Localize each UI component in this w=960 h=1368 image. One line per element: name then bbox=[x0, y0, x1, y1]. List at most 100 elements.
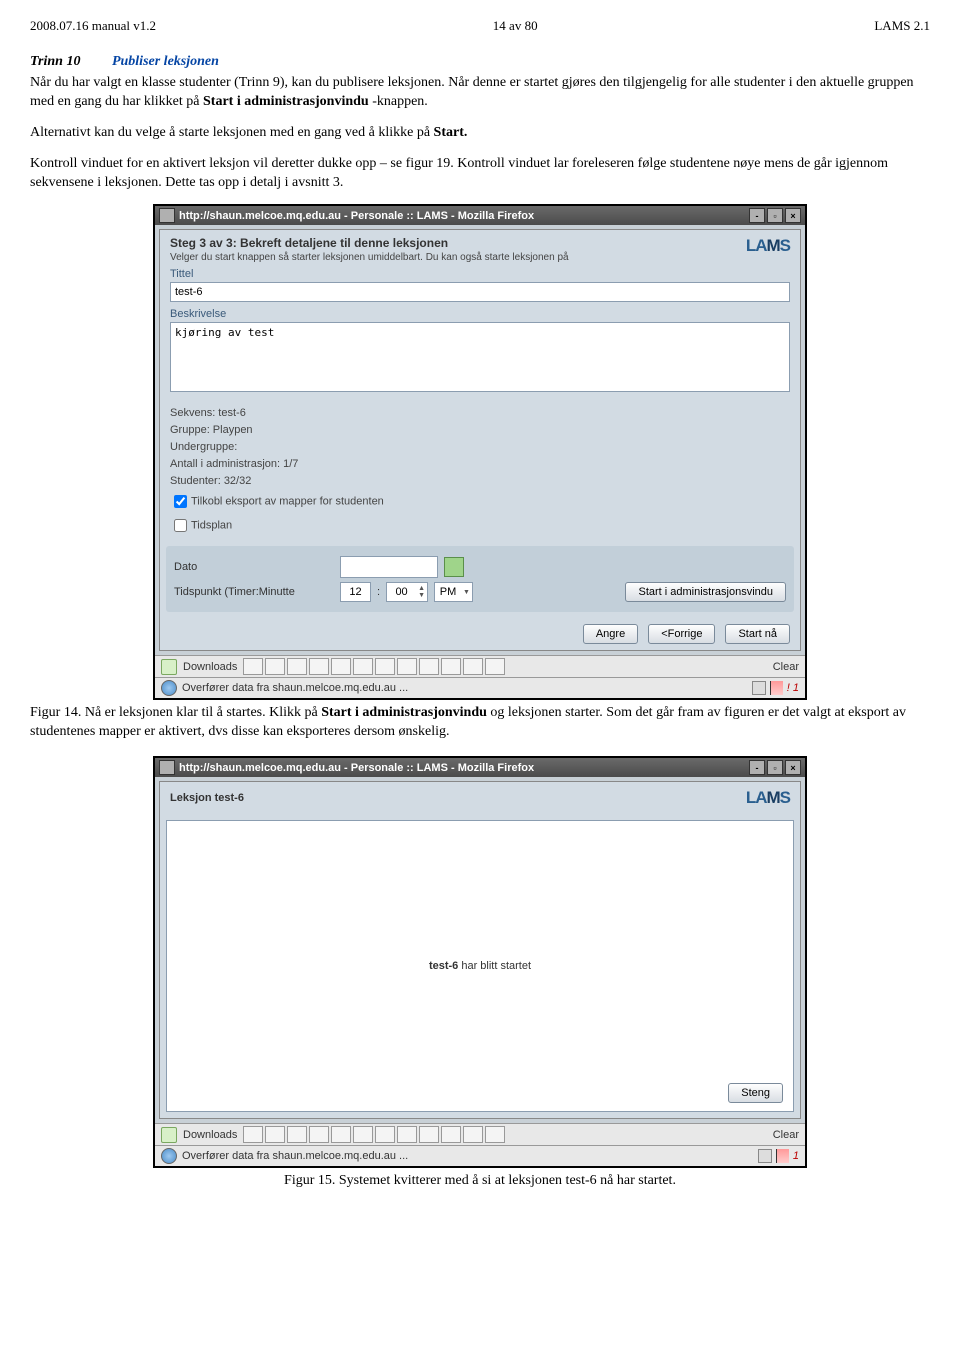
dialog-header: Steg 3 av 3: Bekreft detaljene til denne… bbox=[160, 230, 800, 265]
downloads-label: Downloads bbox=[183, 1129, 237, 1141]
start-now-button[interactable]: Start nå bbox=[725, 624, 790, 644]
flag-icon bbox=[770, 681, 783, 695]
dl-tab[interactable] bbox=[397, 658, 417, 675]
checkbox-export[interactable] bbox=[174, 495, 187, 508]
dl-tab[interactable] bbox=[485, 658, 505, 675]
date-label: Dato bbox=[174, 561, 334, 573]
lock-icon bbox=[758, 1149, 772, 1163]
dl-tab[interactable] bbox=[463, 658, 483, 675]
checkbox-export-label: Tilkobl eksport av mapper for studenten bbox=[191, 496, 384, 508]
dl-tab[interactable] bbox=[353, 658, 373, 675]
page-header: 2008.07.16 manual v1.2 14 av 80 LAMS 2.1 bbox=[30, 18, 930, 34]
lams-logo: LAMS bbox=[746, 236, 790, 256]
status-warning: ! 1 bbox=[787, 682, 799, 694]
clear-button[interactable]: Clear bbox=[773, 661, 799, 673]
section-title: Trinn 10 Publiser leksjonen bbox=[30, 54, 930, 70]
paragraph-3: Kontroll vinduet for en aktivert leksjon… bbox=[30, 155, 930, 193]
minute-spinner[interactable]: ▲▼ bbox=[386, 582, 428, 602]
dl-tab[interactable] bbox=[265, 1126, 285, 1143]
figure-14-caption: Figur 14. Nå er leksjonen klar til å sta… bbox=[30, 704, 930, 742]
dl-tab[interactable] bbox=[331, 658, 351, 675]
title-input[interactable] bbox=[170, 282, 790, 302]
close-icon[interactable]: × bbox=[785, 208, 801, 223]
dl-tab[interactable] bbox=[265, 658, 285, 675]
dl-tab[interactable] bbox=[485, 1126, 505, 1143]
status-warning: 1 bbox=[793, 1150, 799, 1162]
checkbox-schedule-label: Tidsplan bbox=[191, 520, 232, 532]
dialog-subtitle: Velger du start knappen så starter leksj… bbox=[170, 252, 569, 263]
info-subgroup: Undergruppe: bbox=[170, 441, 790, 453]
lesson-title: Leksjon test-6 bbox=[170, 792, 244, 804]
globe-icon bbox=[161, 1148, 177, 1164]
close-button[interactable]: Steng bbox=[728, 1083, 783, 1103]
ampm-select[interactable]: ▼ bbox=[434, 582, 473, 602]
flag-icon bbox=[776, 1149, 789, 1163]
dl-tab[interactable] bbox=[463, 1126, 483, 1143]
dl-tab[interactable] bbox=[419, 658, 439, 675]
status-bar: Overfører data fra shaun.melcoe.mq.edu.a… bbox=[155, 1145, 805, 1166]
description-textarea[interactable]: kjøring av test bbox=[170, 322, 790, 392]
dialog-title: Steg 3 av 3: Bekreft detaljene til denne… bbox=[170, 236, 569, 250]
window-icon bbox=[159, 208, 175, 223]
dialog-body: test-6 har blitt startet Steng bbox=[166, 820, 794, 1112]
paragraph-2: Alternativt kan du velge å starte leksjo… bbox=[30, 124, 930, 143]
lams-logo: LAMS bbox=[746, 788, 790, 808]
info-group: Gruppe: Playpen bbox=[170, 424, 790, 436]
dl-tab[interactable] bbox=[419, 1126, 439, 1143]
minimize-icon[interactable]: - bbox=[749, 760, 765, 775]
dl-tab[interactable] bbox=[309, 658, 329, 675]
download-icon bbox=[161, 659, 177, 675]
status-text: Overfører data fra shaun.melcoe.mq.edu.a… bbox=[182, 1150, 408, 1162]
dl-tab[interactable] bbox=[441, 1126, 461, 1143]
close-icon[interactable]: × bbox=[785, 760, 801, 775]
screenshot-2-window: http://shaun.melcoe.mq.edu.au - Personal… bbox=[153, 756, 807, 1168]
lock-icon bbox=[752, 681, 766, 695]
undo-button[interactable]: Angre bbox=[583, 624, 638, 644]
maximize-icon[interactable]: ▫ bbox=[767, 208, 783, 223]
hour-spinner[interactable] bbox=[340, 582, 371, 602]
header-left: 2008.07.16 manual v1.2 bbox=[30, 18, 156, 34]
clear-button[interactable]: Clear bbox=[773, 1129, 799, 1141]
info-students: Studenter: 32/32 bbox=[170, 475, 790, 487]
dl-tab[interactable] bbox=[331, 1126, 351, 1143]
button-row: Angre <Forrige Start nå bbox=[160, 618, 800, 650]
dl-tab[interactable] bbox=[375, 658, 395, 675]
status-bar: Overfører data fra shaun.melcoe.mq.edu.a… bbox=[155, 677, 805, 698]
dl-tab[interactable] bbox=[353, 1126, 373, 1143]
label-description: Beskrivelse bbox=[170, 308, 790, 320]
window-titlebar: http://shaun.melcoe.mq.edu.au - Personal… bbox=[155, 758, 805, 777]
dl-tab[interactable] bbox=[243, 1126, 263, 1143]
window-icon bbox=[159, 760, 175, 775]
window-title: http://shaun.melcoe.mq.edu.au - Personal… bbox=[179, 762, 534, 774]
download-icon bbox=[161, 1127, 177, 1143]
dl-tab[interactable] bbox=[243, 658, 263, 675]
globe-icon bbox=[161, 680, 177, 696]
calendar-icon[interactable] bbox=[444, 557, 464, 577]
maximize-icon[interactable]: ▫ bbox=[767, 760, 783, 775]
screenshot-1-window: http://shaun.melcoe.mq.edu.au - Personal… bbox=[153, 204, 807, 700]
header-right: LAMS 2.1 bbox=[874, 18, 930, 34]
confirmation-message: test-6 har blitt startet bbox=[429, 960, 531, 972]
label-title: Tittel bbox=[170, 268, 790, 280]
dl-tab[interactable] bbox=[397, 1126, 417, 1143]
downloads-bar: Downloads Clear bbox=[155, 655, 805, 677]
start-admin-button[interactable]: Start i administrasjonsvindu bbox=[625, 582, 786, 602]
checkbox-schedule[interactable] bbox=[174, 519, 187, 532]
info-list: Sekvens: test-6 Gruppe: Playpen Undergru… bbox=[160, 398, 800, 546]
downloads-label: Downloads bbox=[183, 661, 237, 673]
date-input[interactable] bbox=[340, 556, 438, 578]
figure-15-caption: Figur 15. Systemet kvitterer med å si at… bbox=[30, 1172, 930, 1191]
minimize-icon[interactable]: - bbox=[749, 208, 765, 223]
dialog-header: Leksjon test-6 LAMS bbox=[160, 782, 800, 814]
previous-button[interactable]: <Forrige bbox=[648, 624, 715, 644]
schedule-block: Dato Tidspunkt (Timer:Minutte : ▲▼ ▼ Sta… bbox=[166, 546, 794, 612]
dl-tab[interactable] bbox=[441, 658, 461, 675]
dl-tab[interactable] bbox=[375, 1126, 395, 1143]
dl-tab[interactable] bbox=[309, 1126, 329, 1143]
dl-tab[interactable] bbox=[287, 1126, 307, 1143]
window-title: http://shaun.melcoe.mq.edu.au - Personal… bbox=[179, 210, 534, 222]
window-titlebar: http://shaun.melcoe.mq.edu.au - Personal… bbox=[155, 206, 805, 225]
dl-tab[interactable] bbox=[287, 658, 307, 675]
info-sequence: Sekvens: test-6 bbox=[170, 407, 790, 419]
time-label: Tidspunkt (Timer:Minutte bbox=[174, 586, 334, 598]
